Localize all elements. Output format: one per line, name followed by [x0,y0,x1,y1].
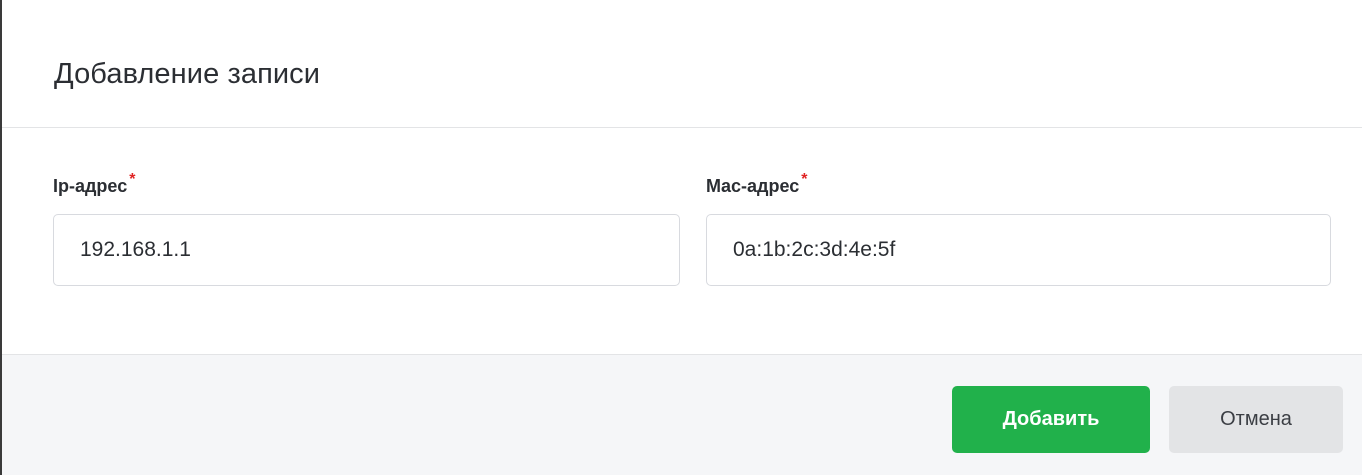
dialog-title: Добавление записи [54,58,321,90]
required-marker: * [129,171,136,188]
add-record-dialog: Добавление записи Ip-адрес* Mac-адрес* Д… [2,0,1362,475]
ip-address-field: Ip-адрес * [53,171,680,286]
ip-address-label: Ip-адрес * [53,171,680,202]
mac-address-label: Mac-адрес * [706,171,1331,202]
mac-address-input[interactable] [706,214,1331,286]
dialog-header: Добавление записи [2,0,1362,128]
cancel-button[interactable]: Отмена [1169,386,1343,453]
ip-address-input[interactable] [53,214,680,286]
add-button[interactable]: Добавить [952,386,1150,453]
required-marker: * [801,171,808,188]
mac-address-label-text: Mac-адрес [706,176,800,196]
mac-address-field: Mac-адрес * [706,171,1331,286]
ip-address-label-text: Ip-адрес [53,176,128,196]
dialog-footer: Добавить Отмена [2,354,1362,475]
